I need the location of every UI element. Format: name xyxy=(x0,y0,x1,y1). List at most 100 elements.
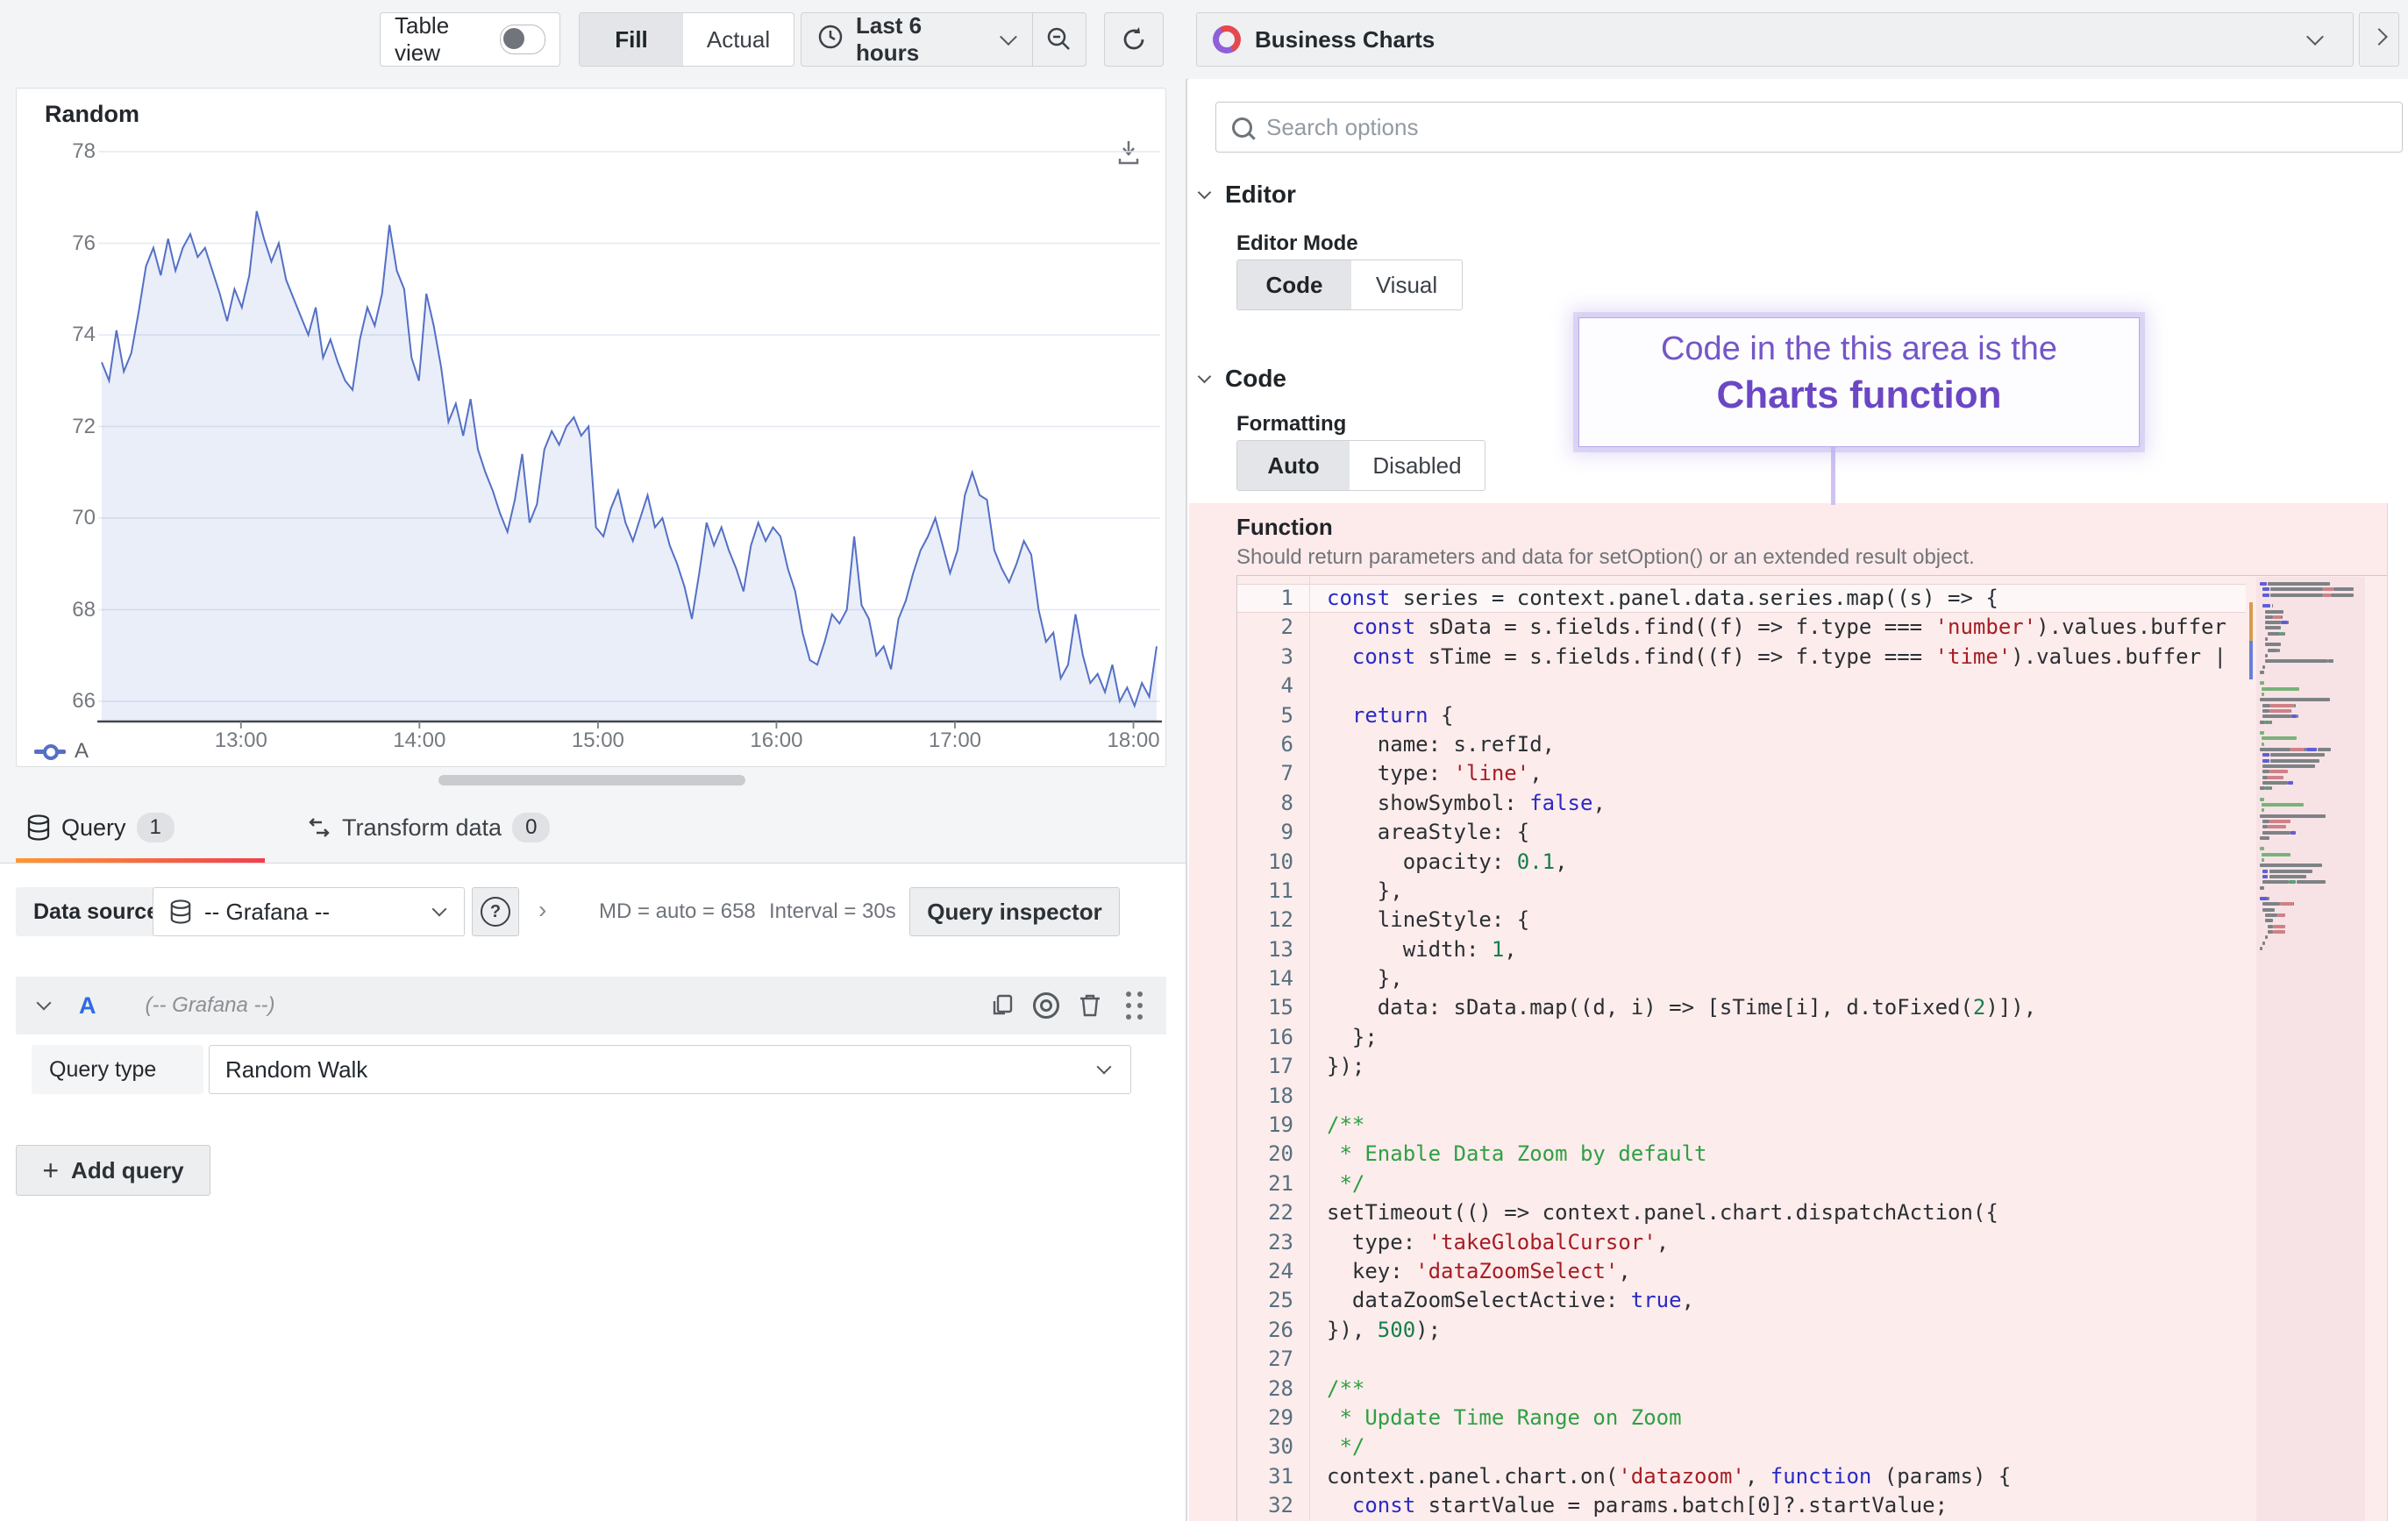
business-charts-logo-icon xyxy=(1213,25,1241,53)
chevron-right-icon xyxy=(2370,28,2388,46)
query-type-value: Random Walk xyxy=(225,1056,367,1084)
eye-icon xyxy=(1033,992,1059,1019)
datasource-select[interactable]: -- Grafana -- xyxy=(153,887,465,936)
fill-option[interactable]: Fill xyxy=(580,13,683,66)
chevron-down-icon xyxy=(1198,185,1212,199)
editor-mode-visual-option[interactable]: Visual xyxy=(1351,260,1462,309)
editor-mode-segmented: Code Visual xyxy=(1236,259,1463,310)
x-tick-label: 13:00 xyxy=(197,729,285,753)
download-csv-button[interactable] xyxy=(1115,138,1143,170)
x-tick-label: 17:00 xyxy=(911,729,999,753)
chevron-down-icon xyxy=(1097,1060,1112,1075)
query-row-header[interactable]: A (-- Grafana --) xyxy=(16,977,1166,1034)
code-content[interactable]: const series = context.panel.data.series… xyxy=(1310,576,2246,1521)
options-scrollbar-gutter[interactable] xyxy=(2387,503,2408,1521)
interval-stat: Interval = 30s xyxy=(769,899,896,924)
chevron-down-icon xyxy=(1001,28,1018,46)
visualization-name: Business Charts xyxy=(1255,26,1435,53)
table-view-toggle[interactable] xyxy=(500,25,545,54)
tab-query-label: Query xyxy=(61,814,126,842)
code-section-header[interactable]: Code xyxy=(1200,365,1286,393)
help-icon: ? xyxy=(481,897,510,927)
function-code-editor[interactable]: 1234567891011121314151617181920212223242… xyxy=(1236,575,2388,1521)
editor-section-header[interactable]: Editor xyxy=(1200,181,1296,209)
pane-splitter[interactable] xyxy=(1186,79,1187,1521)
x-tick-label: 14:00 xyxy=(375,729,463,753)
query-inspector-button[interactable]: Query inspector xyxy=(909,887,1120,936)
add-query-button[interactable]: + Add query xyxy=(16,1145,210,1196)
datasource-value: -- Grafana -- xyxy=(204,899,330,926)
tab-transform-data[interactable]: Transform data 0 xyxy=(307,793,550,862)
active-tab-underline xyxy=(16,858,265,863)
chevron-down-icon xyxy=(2306,28,2324,46)
chevron-down-icon xyxy=(432,902,447,917)
time-range-label[interactable]: Last 6 hours xyxy=(856,12,987,67)
chart-legend[interactable]: A xyxy=(34,739,89,764)
x-tick-label: 15:00 xyxy=(554,729,642,753)
database-icon xyxy=(169,899,192,924)
query-type-select[interactable]: Random Walk xyxy=(209,1045,1131,1094)
max-datapoints-stat: MD = auto = 658 xyxy=(599,899,756,924)
formatting-segmented: Auto Disabled xyxy=(1236,440,1485,491)
datasource-help-button[interactable]: ? xyxy=(472,887,519,936)
copy-icon xyxy=(990,993,1015,1018)
zoom-out-button[interactable] xyxy=(1033,13,1086,66)
actual-option[interactable]: Actual xyxy=(683,13,794,66)
formatting-disabled-option[interactable]: Disabled xyxy=(1350,441,1485,490)
delete-query-button[interactable] xyxy=(1075,991,1105,1020)
annotation-connector-line xyxy=(1831,447,1835,505)
line-chart xyxy=(17,89,1167,768)
x-tick-label: 16:00 xyxy=(732,729,820,753)
visualization-select[interactable]: Business Charts xyxy=(1196,12,2354,67)
editor-section-label: Editor xyxy=(1225,181,1296,209)
options-search[interactable] xyxy=(1215,102,2403,153)
time-range-group: Last 6 hours xyxy=(801,12,1086,67)
transform-icon xyxy=(307,815,331,840)
y-tick-label: 74 xyxy=(25,322,96,348)
search-icon xyxy=(1232,117,1252,138)
fill-actual-segmented: Fill Actual xyxy=(579,12,794,67)
chevron-down-icon xyxy=(1198,369,1212,383)
clock-icon xyxy=(817,24,844,56)
transform-count-badge: 0 xyxy=(512,813,550,842)
y-tick-label: 78 xyxy=(25,139,96,165)
search-input[interactable] xyxy=(1265,113,2402,142)
trash-icon xyxy=(1079,993,1101,1018)
tab-query[interactable]: Query 1 xyxy=(26,793,175,862)
legend-label: A xyxy=(75,739,89,764)
database-icon xyxy=(26,814,51,841)
code-minimap[interactable] xyxy=(2256,577,2365,1521)
formatting-label: Formatting xyxy=(1236,412,1346,437)
editor-mode-label: Editor Mode xyxy=(1236,231,1358,256)
horizontal-scrollbar[interactable] xyxy=(438,775,745,785)
function-label: Function xyxy=(1236,514,1333,541)
zoom-out-icon xyxy=(1045,25,1073,53)
toggle-knob xyxy=(503,28,524,49)
drag-handle[interactable] xyxy=(1119,991,1149,1020)
tab-transform-label: Transform data xyxy=(342,814,502,842)
function-description: Should return parameters and data for se… xyxy=(1236,545,1975,570)
query-datasource-hint: (-- Grafana --) xyxy=(146,993,275,1018)
editor-mode-code-option[interactable]: Code xyxy=(1237,260,1351,309)
annotation-callout: Code in the this area is the Charts func… xyxy=(1578,317,2140,447)
annotation-line1: Code in the this area is the xyxy=(1579,330,2139,368)
expand-stats-chevron[interactable]: › xyxy=(538,896,546,924)
annotation-line2: Charts function xyxy=(1579,373,2139,417)
line-number-gutter: 1234567891011121314151617181920212223242… xyxy=(1237,576,1309,1521)
grip-icon xyxy=(1126,991,1143,1020)
collapse-options-button[interactable] xyxy=(2359,12,2399,67)
x-tick-label: 18:00 xyxy=(1090,729,1178,753)
query-tabstrip: Query 1 Transform data 0 xyxy=(0,793,1186,864)
collapse-query-chevron[interactable] xyxy=(37,996,52,1011)
formatting-auto-option[interactable]: Auto xyxy=(1237,441,1350,490)
plus-icon: + xyxy=(42,1155,59,1187)
refresh-button[interactable] xyxy=(1104,12,1164,67)
legend-marker-icon xyxy=(34,750,66,754)
code-section-label: Code xyxy=(1225,365,1286,393)
y-tick-label: 68 xyxy=(25,597,96,623)
table-view-label: Table view xyxy=(395,12,488,67)
add-query-label: Add query xyxy=(71,1157,184,1184)
duplicate-query-button[interactable] xyxy=(987,991,1017,1020)
y-tick-label: 76 xyxy=(25,231,96,257)
toggle-query-visibility-button[interactable] xyxy=(1031,991,1061,1020)
